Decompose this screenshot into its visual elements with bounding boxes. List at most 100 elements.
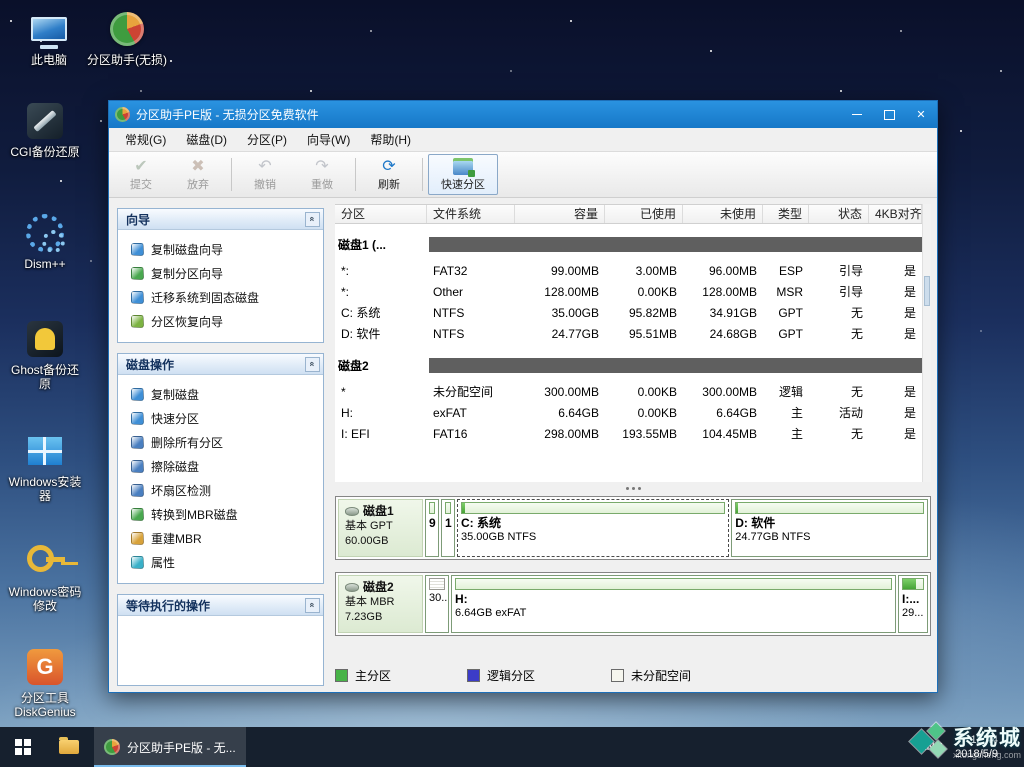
desktop-icon-cgi-backup[interactable]: CGI备份还原: [4, 100, 86, 159]
used-space-fill: [736, 503, 738, 513]
vertical-scrollbar[interactable]: [922, 204, 931, 482]
sidebar-item-convert-to-mbr[interactable]: 转换到MBR磁盘: [120, 502, 321, 526]
sidebar-item-partition-recovery-wizard[interactable]: 分区恢复向导: [120, 309, 321, 333]
menu-item-4[interactable]: 帮助(H): [360, 128, 421, 151]
table-row[interactable]: *:Other128.00MB0.00KB128.00MBMSR引导是: [335, 282, 922, 303]
windows-installer-icon: [22, 430, 68, 472]
table-cell: 96.00MB: [683, 261, 763, 282]
sidebar-item-bad-sector-test[interactable]: 坏扇区检测: [120, 478, 321, 502]
sidebar-item-copy-disk[interactable]: 复制磁盘: [120, 382, 321, 406]
input-language-indicator[interactable]: ENG: [919, 741, 943, 753]
bad-sector-test-icon: [131, 484, 144, 497]
column-header[interactable]: 已使用: [605, 205, 683, 223]
table-cell: 无: [809, 324, 869, 345]
sidebar-item-rebuild-mbr[interactable]: 重建MBR: [120, 526, 321, 550]
table-row[interactable]: *未分配空间300.00MB0.00KB300.00MB逻辑无是: [335, 382, 922, 403]
disk-graph-2: 磁盘2基本 MBR7.23GB30...H:6.64GB exFATI:...2…: [335, 572, 931, 636]
migrate-os-to-ssd-icon: [131, 291, 144, 304]
table-row[interactable]: C: 系统NTFS35.00GB95.82MB34.91GBGPT无是: [335, 303, 922, 324]
menu-item-0[interactable]: 常规(G): [115, 128, 176, 151]
partition-block[interactable]: D: 软件24.77GB NTFS: [731, 499, 928, 557]
column-header[interactable]: 未使用: [683, 205, 763, 223]
start-button[interactable]: [0, 727, 46, 767]
table-cell: 是: [869, 303, 922, 324]
window-titlebar[interactable]: 分区助手PE版 - 无损分区免费软件: [109, 101, 937, 128]
scrollbar-thumb[interactable]: [924, 276, 930, 306]
desktop-icon-diskgenius[interactable]: 分区工具DiskGenius: [4, 646, 86, 719]
desktop-icon-ghost-backup[interactable]: Ghost备份还原: [4, 318, 86, 391]
close-button[interactable]: [905, 101, 937, 128]
maximize-button[interactable]: [873, 101, 905, 128]
table-cell: 0.00KB: [605, 403, 683, 424]
partition-block[interactable]: 1: [441, 499, 455, 557]
sidebar-item-copy-disk-wizard[interactable]: 复制磁盘向导: [120, 237, 321, 261]
menu-item-1[interactable]: 磁盘(D): [176, 128, 237, 151]
sidebar-item-label: 复制磁盘: [151, 386, 199, 403]
table-body: 磁盘1 (... *:FAT3299.00MB3.00MB96.00MBESP引导…: [335, 234, 931, 445]
disk-group-row-2[interactable]: 磁盘2: [335, 355, 922, 376]
column-header[interactable]: 4KB对齐: [869, 205, 922, 223]
sidebar-item-label: 迁移系统到固态磁盘: [151, 289, 259, 306]
discard-button[interactable]: ✖放弃: [170, 154, 226, 195]
collapse-icon[interactable]: [305, 357, 320, 372]
partition-block[interactable]: 9: [425, 499, 439, 557]
commit-button[interactable]: ✔提交: [113, 154, 169, 195]
desktop-icon-partition-assistant[interactable]: 分区助手(无损): [86, 8, 168, 67]
sidebar-item-migrate-os-to-ssd[interactable]: 迁移系统到固态磁盘: [120, 285, 321, 309]
commit-icon: ✔: [134, 158, 147, 175]
disk-group-row-1[interactable]: 磁盘1 (...: [335, 234, 922, 255]
column-header[interactable]: 文件系统: [427, 205, 515, 223]
column-header[interactable]: 状态: [809, 205, 869, 223]
sidebar-item-copy-partition-wizard[interactable]: 复制分区向导: [120, 261, 321, 285]
taskbar-active-task[interactable]: 分区助手PE版 - 无...: [94, 727, 246, 767]
desktop-icon-label: CGI备份还原: [10, 145, 79, 159]
disk-label[interactable]: 磁盘2基本 MBR7.23GB: [338, 575, 423, 633]
table-row[interactable]: D: 软件NTFS24.77GB95.51MB24.68GBGPT无是: [335, 324, 922, 345]
partition-assistant-icon: [104, 739, 120, 755]
desktop-icon-windows-installer[interactable]: Windows安装器: [4, 430, 86, 503]
toolbar-button-label: 重做: [311, 176, 333, 192]
partition-usage-bar: [429, 578, 445, 590]
column-header[interactable]: 容量: [515, 205, 605, 223]
table-cell: 35.00GB: [515, 303, 605, 324]
clock[interactable]: 12:44 2018/5/9: [955, 733, 998, 762]
used-space-fill: [462, 503, 465, 513]
column-header[interactable]: 分区: [335, 205, 427, 223]
partition-block[interactable]: I:...29...: [898, 575, 928, 633]
sidebar-item-quick-partition[interactable]: 快速分区: [120, 406, 321, 430]
disk-icon: [345, 583, 359, 592]
quick-partition-button[interactable]: 快速分区: [428, 154, 498, 195]
disk-group-bar: [429, 237, 922, 252]
partition-block[interactable]: 30...: [425, 575, 449, 633]
desktop-icon-windows-password[interactable]: Windows密码修改: [4, 540, 86, 613]
table-cell: FAT16: [427, 424, 515, 445]
partition-block[interactable]: H:6.64GB exFAT: [451, 575, 896, 633]
partition-block[interactable]: C: 系统35.00GB NTFS: [457, 499, 729, 557]
desktop-icon-this-pc[interactable]: 此电脑: [8, 8, 90, 67]
disk-label[interactable]: 磁盘1基本 GPT60.00GB: [338, 499, 423, 557]
minimize-button[interactable]: [841, 101, 873, 128]
copy-partition-wizard-icon: [131, 267, 144, 280]
splitter-handle[interactable]: [335, 482, 931, 494]
legend-label: 未分配空间: [631, 667, 691, 684]
table-cell: 无: [809, 303, 869, 324]
sidebar-item-wipe-disk[interactable]: 擦除磁盘: [120, 454, 321, 478]
menu-item-2[interactable]: 分区(P): [237, 128, 297, 151]
table-row[interactable]: *:FAT3299.00MB3.00MB96.00MBESP引导是: [335, 261, 922, 282]
collapse-icon[interactable]: [305, 212, 320, 227]
undo-button[interactable]: ↶撤销: [237, 154, 293, 195]
file-explorer-button[interactable]: [46, 727, 92, 767]
desktop-icon-dism[interactable]: Dism++: [4, 212, 86, 271]
collapse-icon[interactable]: [305, 598, 320, 613]
disk-group-label: 磁盘1 (...: [335, 236, 429, 253]
table-row[interactable]: H:exFAT6.64GB0.00KB6.64GB主活动是: [335, 403, 922, 424]
sidebar-item-delete-all-partitions[interactable]: 删除所有分区: [120, 430, 321, 454]
column-header[interactable]: 类型: [763, 205, 809, 223]
refresh-button[interactable]: ⟳刷新: [361, 154, 417, 195]
sidebar-item-properties[interactable]: 属性: [120, 550, 321, 574]
table-cell: 300.00MB: [683, 382, 763, 403]
table-row[interactable]: I: EFIFAT16298.00MB193.55MB104.45MB主无是: [335, 424, 922, 445]
menu-item-3[interactable]: 向导(W): [297, 128, 360, 151]
toolbar: ✔提交✖放弃 ↶撤销↷重做 ⟳刷新快速分区: [109, 152, 937, 198]
redo-button[interactable]: ↷重做: [294, 154, 350, 195]
